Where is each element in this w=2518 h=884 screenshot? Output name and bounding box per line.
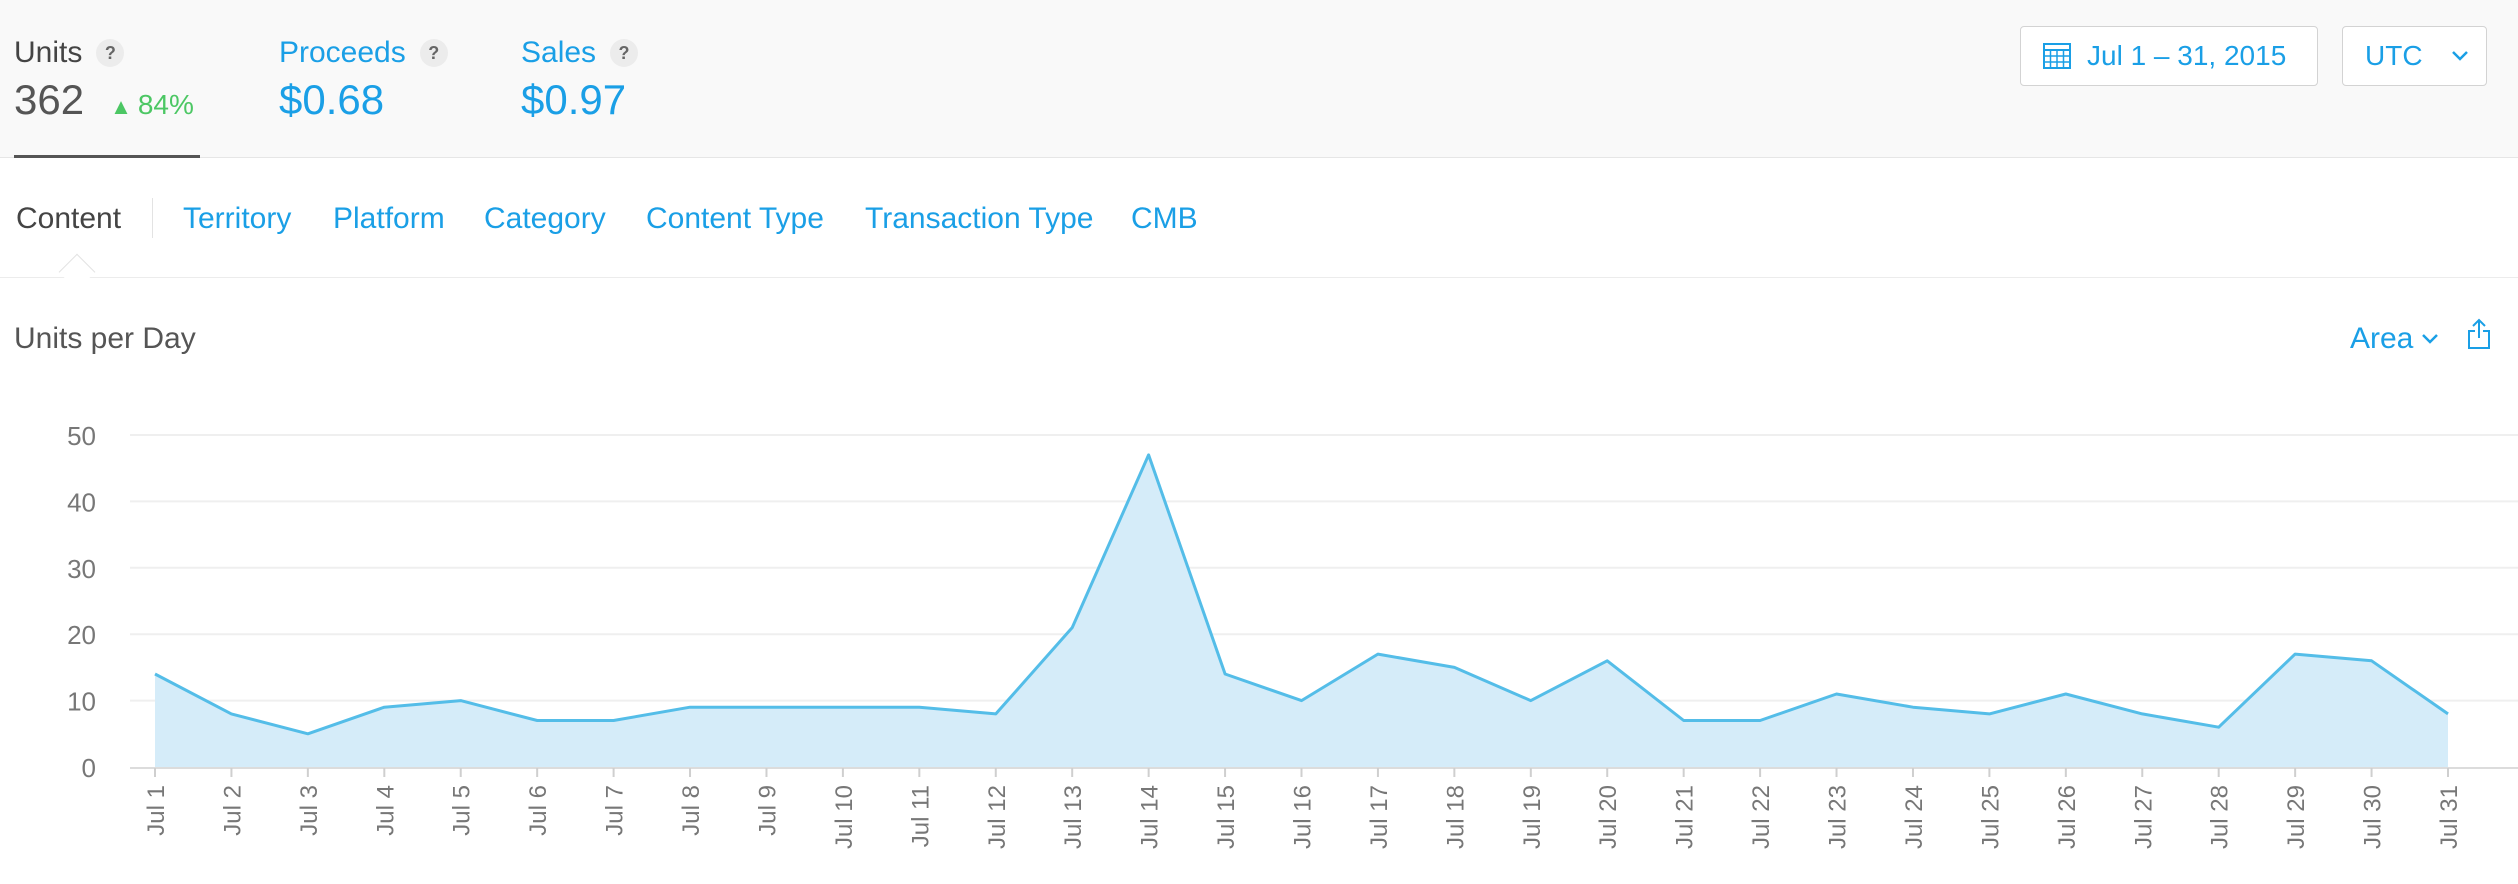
units-label: Units	[14, 36, 83, 69]
y-tick-label: 50	[67, 421, 96, 451]
chart-type-label: Area	[2350, 322, 2414, 355]
x-tick-label: Jul 21	[1672, 785, 1699, 849]
units-delta: ▲ 84%	[110, 89, 194, 121]
sales-label: Sales	[521, 36, 597, 69]
x-tick-label: Jul 17	[1366, 785, 1393, 849]
x-tick-label: Jul 5	[449, 785, 476, 836]
chart-type-select[interactable]: Area	[2350, 322, 2439, 356]
x-tick-label: Jul 12	[984, 785, 1011, 849]
units-help-icon[interactable]: ?	[96, 39, 125, 67]
x-tick-label: Jul 11	[907, 785, 934, 847]
x-tick-label: Jul 24	[1901, 785, 1928, 849]
tab-divider	[152, 198, 153, 238]
x-tick-label: Jul 31	[2436, 785, 2463, 849]
x-tick-label: Jul 26	[2054, 785, 2081, 849]
proceeds-label: Proceeds	[279, 36, 406, 69]
x-tick-label: Jul 16	[1290, 785, 1317, 849]
units-delta-value: 84%	[137, 89, 194, 120]
x-tick-label: Jul 4	[372, 785, 399, 836]
units-value: 362	[14, 76, 85, 123]
calendar-icon	[2043, 43, 2071, 69]
summary-header: Units ? 362 ▲ 84% Proceeds ? $0.68 Sales …	[0, 0, 2518, 158]
x-tick-label: Jul 19	[1519, 785, 1546, 849]
x-tick-label: Jul 14	[1137, 785, 1164, 849]
area-line	[154, 453, 2449, 736]
x-tick-label: Jul 7	[602, 785, 629, 836]
date-range-label: Jul 1 – 31, 2015	[2087, 40, 2287, 71]
x-tick-label: Jul 13	[1060, 785, 1087, 849]
x-tick-label: Jul 10	[831, 785, 858, 849]
date-range-button[interactable]: Jul 1 – 31, 2015	[2020, 26, 2318, 86]
proceeds-metric[interactable]: Proceeds ? $0.68	[279, 36, 448, 124]
sales-metric[interactable]: Sales ? $0.97	[521, 36, 639, 124]
tab-platform[interactable]: Platform	[333, 202, 445, 236]
x-tick-label: Jul 30	[2360, 785, 2387, 849]
x-tick-label: Jul 28	[2207, 785, 2234, 849]
x-tick-label: Jul 8	[678, 785, 705, 836]
y-tick-label: 0	[82, 753, 96, 783]
x-tick-label: Jul 25	[1977, 785, 2004, 849]
timezone-select[interactable]: UTC	[2342, 26, 2487, 86]
y-tick-label: 20	[67, 620, 96, 650]
sales-value: $0.97	[521, 76, 627, 123]
units-metric[interactable]: Units ? 362 ▲ 84%	[14, 36, 194, 124]
tab-content-type[interactable]: Content Type	[646, 202, 824, 236]
x-tick-label: Jul 20	[1595, 785, 1622, 849]
sales-help-icon[interactable]: ?	[610, 39, 639, 67]
x-tick-label: Jul 15	[1213, 785, 1240, 849]
dimension-tabs: Content Territory Platform Category Cont…	[0, 158, 2518, 291]
y-tick-label: 10	[67, 687, 96, 717]
proceeds-help-icon[interactable]: ?	[419, 39, 448, 67]
chevron-down-icon	[2451, 51, 2468, 61]
x-tick-label: Jul 23	[1825, 785, 1852, 849]
active-tab-caret	[58, 253, 96, 291]
y-tick-label: 30	[67, 554, 96, 584]
chart-title: Units per Day	[14, 322, 196, 355]
x-tick-label: Jul 27	[2130, 785, 2157, 849]
up-triangle-icon: ▲	[110, 94, 132, 119]
proceeds-value: $0.68	[279, 76, 385, 123]
x-tick-label: Jul 6	[525, 785, 552, 836]
x-tick-label: Jul 3	[296, 785, 323, 836]
tab-content[interactable]: Content	[16, 202, 121, 236]
units-per-day-chart: 0 10 20 30 40 50 Jul 1 Jul 2 Jul 3 Jul 4 Jul 5 Jul…	[67, 421, 2518, 849]
timezone-label: UTC	[2365, 40, 2423, 71]
x-tick-label: Jul 1	[143, 785, 170, 836]
x-tick-label: Jul 18	[1442, 785, 1469, 849]
x-tick-label: Jul 29	[2283, 785, 2310, 849]
tab-cmb[interactable]: CMB	[1131, 202, 1198, 236]
share-icon[interactable]	[2466, 318, 2492, 350]
tab-transaction-type[interactable]: Transaction Type	[865, 202, 1093, 236]
y-tick-label: 40	[67, 487, 96, 517]
x-tick-label: Jul 2	[219, 785, 246, 836]
chevron-down-icon	[2422, 334, 2439, 344]
x-tick-label: Jul 9	[754, 785, 781, 836]
tab-territory[interactable]: Territory	[183, 202, 291, 236]
tab-category[interactable]: Category	[484, 202, 606, 236]
x-tick-label: Jul 22	[1748, 785, 1775, 849]
